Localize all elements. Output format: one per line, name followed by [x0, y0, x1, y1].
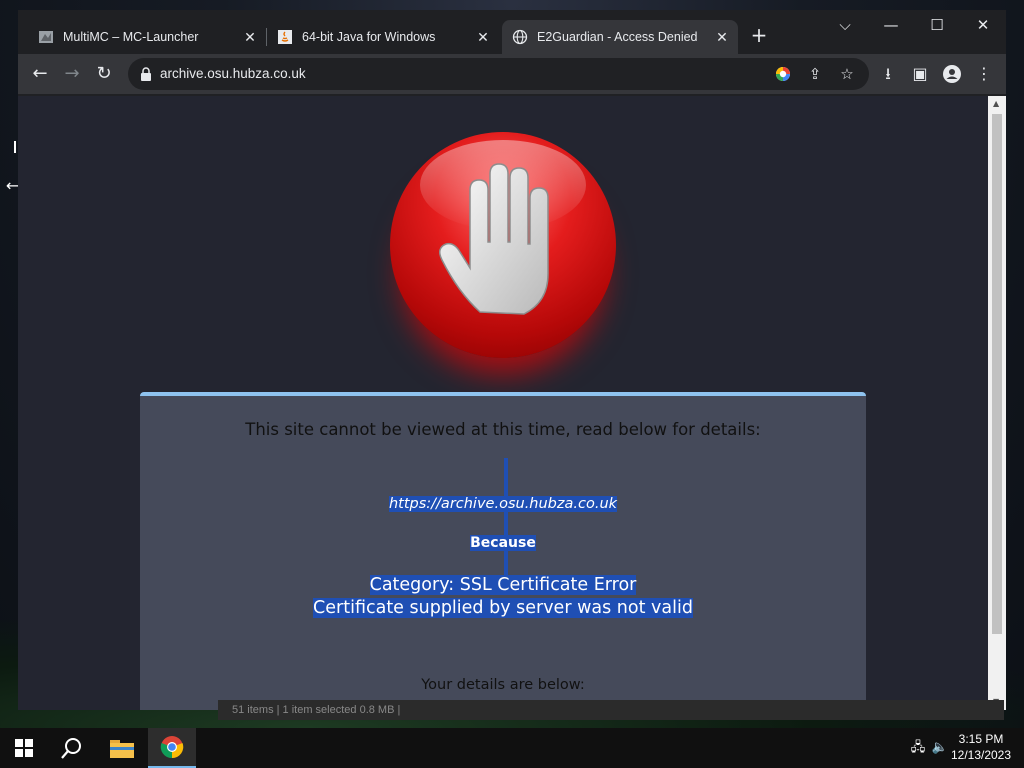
tab-title: MultiMC – MC-Launcher — [63, 30, 199, 44]
profile-avatar-icon[interactable] — [940, 62, 964, 86]
tab-multimc[interactable]: MultiMC – MC-Launcher ✕ — [28, 20, 266, 54]
share-icon[interactable]: ⇪ — [805, 64, 825, 84]
hand-icon — [439, 163, 549, 315]
maximize-button[interactable]: ☐ — [914, 10, 960, 40]
chrome-icon — [160, 736, 184, 759]
download-icon[interactable]: ⭳ — [876, 62, 900, 86]
scroll-up-icon[interactable]: ▲ — [993, 99, 999, 108]
tab-java[interactable]: 64-bit Java for Windows ✕ — [267, 20, 499, 54]
windows-logo-icon — [15, 739, 33, 757]
address-bar[interactable]: archive.osu.hubza.co.uk ⇪ ☆ — [128, 58, 869, 90]
close-tab-icon[interactable]: ✕ — [240, 29, 260, 46]
tab-title: 64-bit Java for Windows — [302, 30, 436, 44]
background-explorer-statusbar: 51 items | 1 item selected 0.8 MB | — [218, 700, 1004, 720]
lock-icon — [141, 67, 151, 81]
details-heading: Your details are below: — [421, 677, 585, 693]
menu-kebab-icon[interactable]: ⋮ — [972, 62, 996, 86]
text-selection-highlight — [504, 458, 508, 576]
page-viewport: This site cannot be viewed at this time,… — [18, 96, 988, 710]
folder-icon — [110, 740, 134, 758]
chrome-taskbar-button[interactable] — [148, 728, 196, 768]
access-denied-card: This site cannot be viewed at this time,… — [140, 392, 866, 710]
taskbar-clock[interactable]: 3:15 PM 12/13/2023 — [946, 731, 1016, 763]
browser-toolbar: ← → ↻ archive.osu.hubza.co.uk ⇪ ☆ ⭳ ▣ ⋮ — [18, 54, 1006, 94]
network-icon[interactable]: 🖧 — [908, 738, 928, 758]
because-label-row: Because — [140, 535, 866, 551]
side-panel-icon[interactable]: ▣ — [908, 62, 932, 86]
file-explorer-button[interactable] — [98, 728, 146, 768]
start-button[interactable] — [0, 728, 48, 768]
explorer-status-text: 51 items | 1 item selected 0.8 MB | — [232, 704, 401, 716]
google-icon[interactable] — [773, 64, 793, 84]
globe-icon — [512, 29, 528, 45]
blocked-url: https://archive.osu.hubza.co.uk — [140, 496, 866, 512]
tab-search-button[interactable]: ⌵ — [822, 10, 868, 40]
java-icon — [277, 29, 293, 45]
vertical-scrollbar[interactable]: ▲ ▼ — [988, 96, 1006, 710]
stop-hand-icon — [390, 132, 616, 358]
new-tab-button[interactable]: + — [748, 24, 770, 46]
bookmark-star-icon[interactable]: ☆ — [837, 64, 857, 84]
tab-access-denied[interactable]: E2Guardian - Access Denied ✕ — [502, 20, 738, 54]
block-reason: Category: SSL Certificate Error Certific… — [140, 574, 866, 620]
because-label: Because — [470, 535, 536, 551]
multimc-icon — [38, 29, 54, 45]
scrollbar-thumb[interactable] — [992, 114, 1002, 634]
minimize-button[interactable]: — — [868, 10, 914, 40]
close-tab-icon[interactable]: ✕ — [712, 29, 732, 46]
url-text[interactable]: archive.osu.hubza.co.uk — [160, 66, 306, 81]
blocked-url-text: https://archive.osu.hubza.co.uk — [388, 496, 618, 512]
tab-strip: MultiMC – MC-Launcher ✕ 64-bit Java for … — [18, 10, 1006, 54]
block-reason-detail: Certificate supplied by server was not v… — [313, 598, 693, 618]
taskbar: 🖧 🔈 3:15 PM 12/13/2023 — [0, 728, 1024, 768]
text-cursor-icon — [14, 141, 16, 153]
forward-button[interactable]: → — [60, 62, 84, 86]
reload-button[interactable]: ↻ — [92, 62, 116, 86]
block-category: Category: SSL Certificate Error — [369, 575, 637, 595]
clock-time: 3:15 PM — [958, 732, 1004, 746]
back-button[interactable]: ← — [28, 62, 52, 86]
clock-date: 12/13/2023 — [950, 748, 1012, 762]
search-icon — [61, 738, 81, 759]
page-title: This site cannot be viewed at this time,… — [245, 420, 761, 439]
close-tab-icon[interactable]: ✕ — [473, 29, 493, 46]
search-button[interactable] — [48, 728, 96, 768]
browser-window: MultiMC – MC-Launcher ✕ 64-bit Java for … — [18, 10, 1006, 710]
tab-title: E2Guardian - Access Denied — [537, 30, 698, 44]
close-window-button[interactable]: ✕ — [960, 10, 1006, 40]
